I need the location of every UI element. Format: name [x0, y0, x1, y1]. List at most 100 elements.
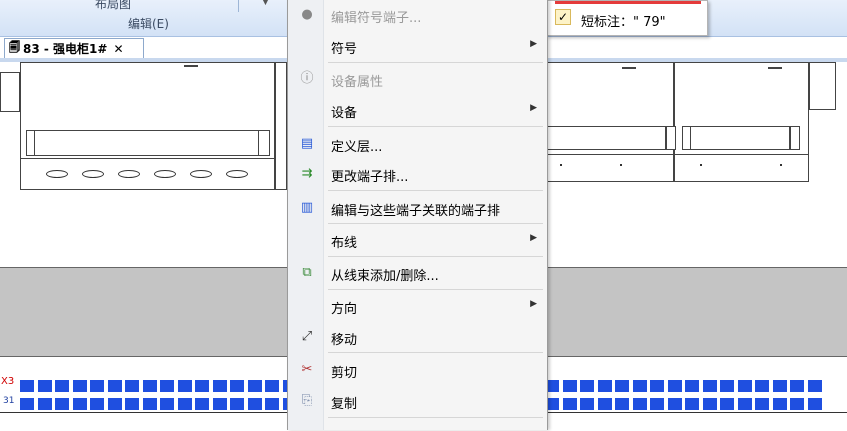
terminal-block[interactable]: [807, 380, 822, 392]
terminal-block[interactable]: [212, 380, 227, 392]
terminal-block[interactable]: [807, 398, 822, 410]
terminal-block[interactable]: [107, 380, 122, 392]
terminal-block[interactable]: [702, 398, 717, 410]
mount-hole: [226, 170, 248, 178]
terminal-block[interactable]: [580, 398, 594, 410]
menu-item-device-properties[interactable]: ⓘ 设备属性: [288, 66, 547, 92]
terminal-block[interactable]: [685, 380, 699, 392]
menu-item-wiring[interactable]: 布线 ▶: [288, 227, 547, 253]
terminal-block[interactable]: [790, 398, 804, 410]
terminal-block[interactable]: [632, 380, 647, 392]
menu-item-define-layer[interactable]: ▤ 定义层...: [288, 131, 547, 157]
terminal-block[interactable]: [55, 398, 69, 410]
menu-item-copy[interactable]: ⎘ 复制: [288, 388, 547, 414]
din-rail[interactable]: [546, 126, 666, 150]
terminal-block[interactable]: [667, 380, 682, 392]
menu-item-direction[interactable]: 方向 ▶: [288, 293, 547, 319]
terminal-block[interactable]: [142, 380, 157, 392]
terminal-block[interactable]: [20, 398, 34, 410]
menu-item-symbol[interactable]: 符号 ▶: [288, 33, 547, 59]
top-mark: [622, 67, 636, 69]
menu-item-change-terminal-strip[interactable]: ⇉ 更改端子排...: [288, 161, 547, 187]
terminal-block[interactable]: [772, 398, 787, 410]
menu-separator: [328, 289, 543, 290]
terminal-block[interactable]: [177, 398, 192, 410]
move-icon: ⤢: [301, 329, 313, 344]
terminal-block[interactable]: [737, 380, 752, 392]
terminal-block[interactable]: [90, 398, 104, 410]
scissors-icon: ✂: [301, 362, 313, 377]
short-annotation-tooltip: ✓ 短标注：" 79": [546, 0, 708, 36]
terminal-block[interactable]: [212, 398, 227, 410]
terminal-block[interactable]: [650, 380, 664, 392]
menu-item-edit-associated-strip[interactable]: ▥ 编辑与这些端子关联的端子排: [288, 195, 547, 221]
terminal-block[interactable]: [125, 398, 139, 410]
harness-icon: ⧉: [302, 265, 312, 280]
top-mark: [768, 67, 782, 69]
menu-separator: [328, 62, 543, 63]
terminal-block[interactable]: [72, 398, 87, 410]
terminal-block[interactable]: [755, 380, 769, 392]
terminal-block[interactable]: [90, 380, 104, 392]
terminal-block[interactable]: [720, 398, 734, 410]
terminal-block[interactable]: [772, 380, 787, 392]
terminal-block[interactable]: [562, 380, 577, 392]
menu-item-move[interactable]: ⤢ 移动: [288, 324, 547, 350]
top-mark: [184, 65, 198, 67]
terminal-block[interactable]: [125, 380, 139, 392]
document-icon: 🗐: [9, 41, 20, 54]
terminal-block[interactable]: [55, 380, 69, 392]
menu-item-harness-add-remove[interactable]: ⧉ 从线束添加/删除...: [288, 260, 547, 286]
document-tab-title: 83 - 强电柜1#: [23, 42, 108, 56]
terminal-block[interactable]: [615, 380, 629, 392]
terminal-block[interactable]: [755, 398, 769, 410]
terminal-block[interactable]: [160, 380, 174, 392]
terminal-block[interactable]: [737, 398, 752, 410]
terminal-block[interactable]: [195, 398, 209, 410]
terminal-block[interactable]: [615, 398, 629, 410]
terminal-block[interactable]: [247, 380, 262, 392]
terminal-edit-icon: ▥: [300, 200, 314, 215]
ribbon-top-label[interactable]: 布局图: [95, 0, 131, 12]
divider-line: [546, 154, 809, 155]
terminal-block[interactable]: [667, 398, 682, 410]
menu-item-device[interactable]: 设备 ▶: [288, 97, 547, 123]
terminal-block[interactable]: [107, 398, 122, 410]
terminal-block[interactable]: [20, 380, 34, 392]
terminal-block[interactable]: [160, 398, 174, 410]
terminal-block[interactable]: [177, 380, 192, 392]
document-tab[interactable]: 🗐 83 - 强电柜1# ✕: [4, 38, 144, 58]
terminal-block[interactable]: [37, 380, 52, 392]
submenu-arrow-icon: ▶: [530, 39, 537, 49]
cabinet-component-edge: [275, 62, 287, 190]
terminal-block[interactable]: [580, 380, 594, 392]
terminal-block[interactable]: [195, 380, 209, 392]
terminal-block[interactable]: [650, 398, 664, 410]
terminal-block[interactable]: [597, 380, 612, 392]
terminal-block[interactable]: [790, 380, 804, 392]
close-tab-icon[interactable]: ✕: [113, 42, 123, 56]
terminal-block[interactable]: [247, 398, 262, 410]
terminal-block[interactable]: [37, 398, 52, 410]
terminal-block[interactable]: [597, 398, 612, 410]
terminal-block[interactable]: [72, 380, 87, 392]
ribbon-dropdown-icon[interactable]: ▼: [262, 0, 269, 7]
cabinet-component[interactable]: [546, 62, 674, 182]
terminal-block[interactable]: [702, 380, 717, 392]
terminal-block[interactable]: [265, 398, 279, 410]
terminal-block[interactable]: [230, 380, 244, 392]
terminal-block[interactable]: [720, 380, 734, 392]
terminal-block[interactable]: [142, 398, 157, 410]
terminal-block[interactable]: [685, 398, 699, 410]
terminal-block[interactable]: [632, 398, 647, 410]
terminal-block[interactable]: [265, 380, 279, 392]
cabinet-component[interactable]: [674, 62, 809, 182]
din-rail[interactable]: [690, 126, 790, 150]
din-rail[interactable]: [34, 130, 260, 156]
info-icon: ⓘ: [300, 71, 314, 86]
terminal-block[interactable]: [230, 398, 244, 410]
menu-item-cut[interactable]: ✂ 剪切: [288, 357, 547, 383]
tooltip-text: 短标注：" 79": [581, 15, 666, 30]
menu-item-edit-symbol-terminal[interactable]: ● 编辑符号端子...: [288, 2, 547, 28]
terminal-block[interactable]: [562, 398, 577, 410]
